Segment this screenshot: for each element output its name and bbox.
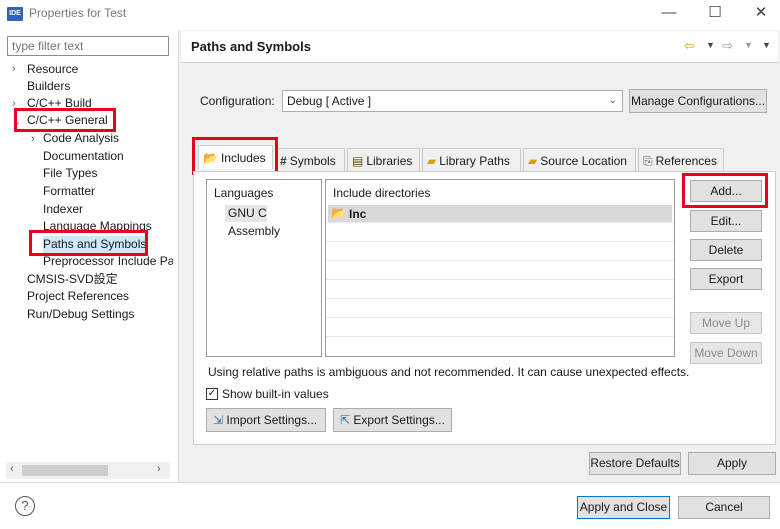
- apply-button[interactable]: Apply: [688, 452, 776, 475]
- export-button[interactable]: Export: [690, 268, 762, 290]
- books-icon: ▤: [352, 154, 364, 168]
- hash-icon: #: [280, 154, 287, 168]
- tree-item-project-references[interactable]: Project References: [27, 288, 129, 305]
- configuration-label: Configuration:: [200, 94, 275, 108]
- edit-button[interactable]: Edit...: [690, 210, 762, 232]
- tree-item-preprocessor[interactable]: Preprocessor Include Pat: [43, 253, 173, 270]
- reference-icon: ⎘: [643, 154, 653, 168]
- manage-configurations-button[interactable]: Manage Configurations...: [629, 89, 767, 113]
- source-folder-icon: ▰: [528, 154, 538, 168]
- row-divider: [326, 336, 674, 337]
- export-icon: ⇱: [340, 413, 351, 427]
- table-row[interactable]: 📂 Inc: [328, 205, 672, 223]
- forward-dropdown-icon[interactable]: ▼: [744, 40, 753, 50]
- languages-header: Languages: [214, 186, 274, 200]
- maximize-button[interactable]: ☐: [692, 2, 738, 24]
- language-item-assembly[interactable]: Assembly: [228, 223, 280, 240]
- minimize-button[interactable]: —: [646, 2, 692, 24]
- language-item-gnu-c[interactable]: GNU C: [225, 205, 267, 222]
- configuration-value: Debug [ Active ]: [287, 94, 372, 108]
- row-divider: [326, 298, 674, 299]
- ide-logo-icon: IDE: [7, 7, 23, 21]
- restore-defaults-button[interactable]: Restore Defaults: [589, 452, 681, 475]
- tree-item-documentation[interactable]: Documentation: [43, 148, 124, 165]
- tree-item-run-debug[interactable]: Run/Debug Settings: [27, 306, 134, 323]
- back-dropdown-icon[interactable]: ▼: [706, 40, 715, 50]
- include-directories-table[interactable]: Include directories 📂 Inc: [325, 179, 675, 357]
- folder-include-icon: 📂: [203, 151, 218, 165]
- highlight-box: [14, 108, 116, 132]
- include-directories-header: Include directories: [333, 186, 431, 200]
- row-divider: [326, 260, 674, 261]
- tree-item-indexer[interactable]: Indexer: [43, 201, 83, 218]
- close-button[interactable]: ✕: [738, 2, 780, 24]
- import-icon: ⇲: [213, 413, 224, 427]
- back-arrow-icon[interactable]: ⇦: [684, 38, 695, 54]
- configuration-select[interactable]: Debug [ Active ] ⌄: [282, 90, 623, 112]
- show-builtin-checkbox[interactable]: ✓: [206, 388, 218, 400]
- tree-item-cmsis[interactable]: CMSIS-SVD設定: [27, 271, 118, 288]
- library-folder-icon: ▰: [427, 154, 437, 168]
- row-divider: [326, 222, 674, 223]
- forward-arrow-icon[interactable]: ⇨: [722, 38, 733, 54]
- checkmark-icon: ✓: [207, 388, 217, 399]
- show-builtin-label: Show built-in values: [222, 387, 329, 401]
- row-divider: [326, 241, 674, 242]
- chevron-right-icon[interactable]: ›: [12, 98, 16, 110]
- scroll-left-icon[interactable]: ‹: [10, 463, 14, 475]
- move-up-button[interactable]: Move Up: [690, 312, 762, 334]
- delete-button[interactable]: Delete: [690, 239, 762, 261]
- highlight-box: [682, 173, 768, 208]
- tree-item-formatter[interactable]: Formatter: [43, 183, 95, 200]
- view-menu-icon[interactable]: ▼: [762, 40, 771, 50]
- tree-item-code-analysis[interactable]: Code Analysis: [43, 130, 119, 147]
- languages-list[interactable]: Languages GNU C Assembly: [206, 179, 322, 357]
- tree-item-resource[interactable]: Resource: [27, 61, 78, 78]
- tree-item-file-types[interactable]: File Types: [43, 165, 97, 182]
- import-settings-button[interactable]: ⇲ Import Settings...: [206, 408, 326, 432]
- filter-input[interactable]: [7, 36, 169, 56]
- tab-source-location[interactable]: ▰ Source Location: [523, 148, 636, 172]
- window-title: Properties for Test: [29, 6, 127, 20]
- page-title: Paths and Symbols: [191, 39, 311, 54]
- relative-path-warning: Using relative paths is ambiguous and no…: [208, 365, 690, 379]
- tab-library-paths[interactable]: ▰ Library Paths: [422, 148, 521, 172]
- tab-references[interactable]: ⎘ References: [638, 148, 724, 172]
- tab-includes[interactable]: 📂 Includes: [198, 145, 273, 169]
- row-divider: [326, 317, 674, 318]
- help-icon[interactable]: ?: [15, 496, 35, 516]
- tab-symbols[interactable]: # Symbols: [275, 148, 345, 172]
- scroll-thumb[interactable]: [22, 465, 108, 476]
- cancel-button[interactable]: Cancel: [678, 496, 770, 519]
- include-item-inc: Inc: [349, 207, 367, 221]
- tree-item-builders[interactable]: Builders: [27, 78, 70, 95]
- move-down-button[interactable]: Move Down: [690, 342, 762, 364]
- chevron-down-icon: ⌄: [608, 95, 617, 106]
- highlight-box: [29, 230, 148, 256]
- tab-libraries[interactable]: ▤ Libraries: [347, 148, 420, 172]
- chevron-right-icon[interactable]: ›: [12, 63, 16, 75]
- bottom-divider: [0, 482, 780, 483]
- chevron-right-icon[interactable]: ›: [31, 133, 35, 145]
- row-divider: [326, 279, 674, 280]
- scroll-right-icon[interactable]: ›: [157, 463, 161, 475]
- include-folder-icon: 📂: [331, 206, 346, 220]
- export-settings-button[interactable]: ⇱ Export Settings...: [333, 408, 452, 432]
- tree-item-cpp-build[interactable]: C/C++ Build: [27, 95, 92, 112]
- apply-and-close-button[interactable]: Apply and Close: [577, 496, 670, 519]
